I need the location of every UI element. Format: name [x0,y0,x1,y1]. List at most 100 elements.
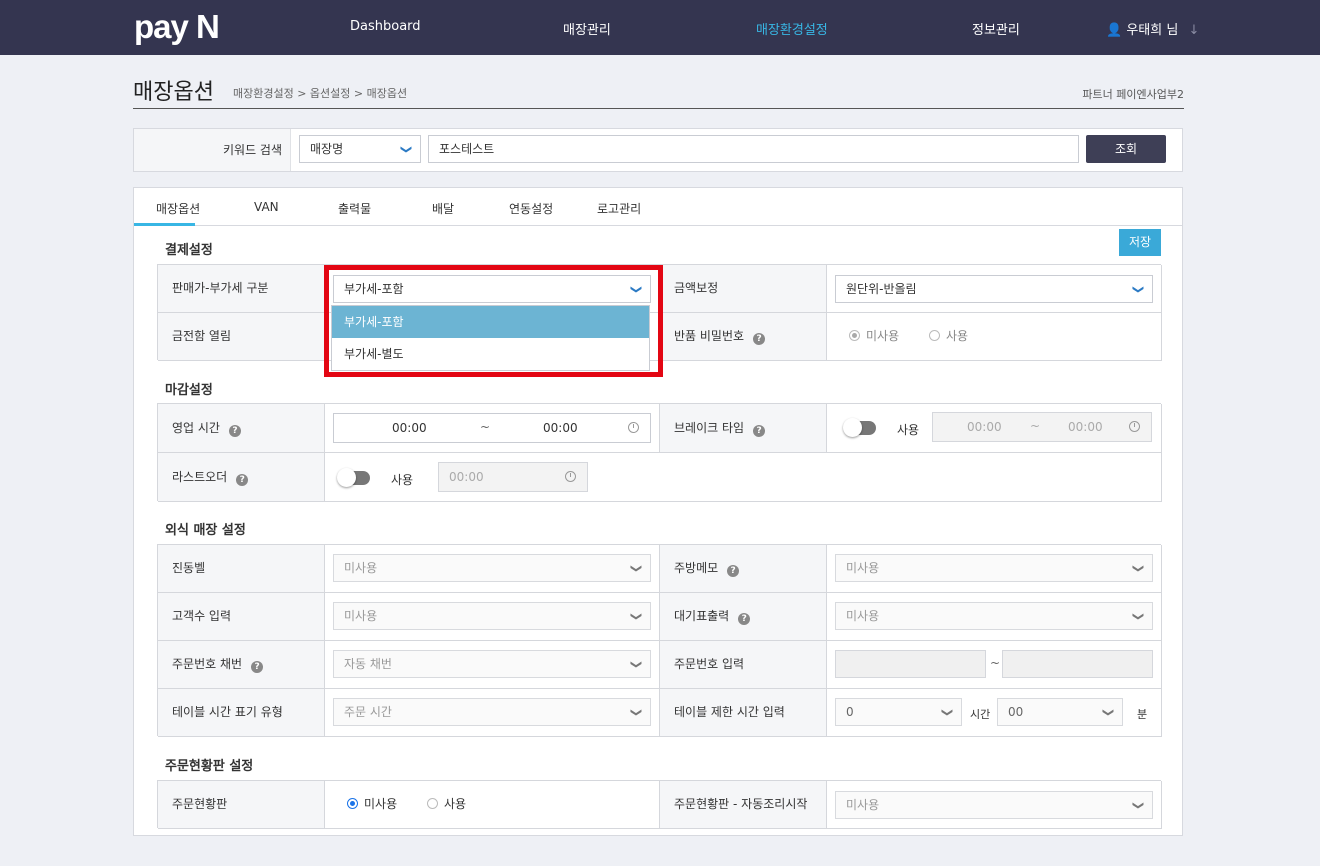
tab-printouts[interactable]: 출력물 [338,200,371,217]
chevron-down-icon: ❯ [1125,602,1151,630]
hours-label-cell: 영업 시간? [158,404,325,453]
tab-store-options[interactable]: 매장옵션 [156,200,200,217]
vat-label: 판매가-부가세 구분 [158,265,325,313]
search-label: 키워드 검색 [134,129,291,171]
kitchen-select[interactable]: 미사용 ❯ [835,554,1153,582]
tablelimit-hours-select[interactable]: 0 ❯ [835,698,962,726]
break-time-input[interactable]: 00:00 ~ 00:00 [932,412,1152,442]
section-dining-title: 외식 매장 설정 [165,523,246,538]
break-toggle[interactable] [843,418,876,437]
amount-value: 원단위-반올림 [846,282,917,296]
business-hours-input[interactable]: 00:00 ~ 00:00 [333,413,651,443]
tab-delivery[interactable]: 배달 [432,200,454,217]
bell-cell: 미사용 ❯ [325,545,660,593]
help-icon[interactable]: ? [727,565,740,577]
help-icon[interactable]: ? [753,425,766,437]
hours-cell: 00:00 ~ 00:00 [325,404,660,453]
help-icon[interactable]: ? [236,474,249,486]
page-title: 매장옵션 [133,80,214,105]
tab-van[interactable]: VAN [254,200,279,214]
user-name: 우태희 님 [1126,23,1179,38]
help-icon[interactable]: ? [738,613,751,625]
return-pw-cell: 미사용 사용 [827,313,1162,361]
break-separator: ~ [1030,419,1041,433]
bell-select[interactable]: 미사용 ❯ [333,554,651,582]
lastorder-toggle[interactable] [337,468,370,487]
tabletime-select[interactable]: 주문 시간 ❯ [333,698,651,726]
ordernum-to-input[interactable] [1002,650,1153,678]
chevron-down-icon: ❯ [1095,698,1121,726]
clock-icon [1129,421,1140,432]
active-tab-indicator [134,223,195,226]
waiting-select[interactable]: 미사용 ❯ [835,602,1153,630]
chevron-down-icon: ❯ [1125,791,1151,819]
auto-cook-select[interactable]: 미사용 ❯ [835,791,1153,819]
board-used-radio[interactable]: 사용 [426,797,466,811]
lastorder-label: 라스트오더 [172,470,228,484]
help-icon[interactable]: ? [251,661,264,673]
section-closing-title: 마감설정 [165,383,213,398]
save-button[interactable]: 저장 [1119,229,1161,256]
search-type-value: 매장명 [310,142,344,156]
toggle-knob [337,468,356,487]
nav-store-settings[interactable]: 매장환경설정 [756,19,828,38]
ordernum-from-input[interactable] [835,650,986,678]
arrow-down-icon: ↓ [1188,23,1200,38]
radio-icon [849,330,860,341]
tabletime-label: 테이블 시간 표기 유형 [158,689,325,737]
search-type-select[interactable]: 매장명 ❯ [299,135,421,163]
board-unused-radio[interactable]: 미사용 [347,797,397,811]
amount-cell: 원단위-반올림 ❯ [827,265,1162,313]
title-divider [133,108,1184,109]
breadcrumb: 매장환경설정 > 옵션설정 > 매장옵션 [233,87,408,100]
user-menu[interactable]: 👤 우태희 님 ↓ [1106,19,1199,38]
logo[interactable]: pay N [134,9,220,45]
clock-icon [565,471,576,482]
radio-icon [347,798,358,809]
partner-name: 파트너 페이엔사업부2 [1082,88,1184,101]
search-button[interactable]: 조회 [1086,135,1166,163]
highlight-box [324,265,663,377]
tabletime-value: 주문 시간 [344,705,392,719]
amount-label: 금액보정 [660,265,827,313]
auto-cook-cell: 미사용 ❯ [827,781,1162,829]
clock-icon [628,422,639,433]
ordernum-input-label: 주문번호 입력 [660,641,827,689]
dining-grid: 진동벨 미사용 ❯ 주방메모? 미사용 ❯ 고객수 입력 미사용 ❯ 대기표출력? 미… [157,544,1162,737]
waiting-value: 미사용 [846,609,880,623]
break-start: 00:00 [967,420,1002,434]
nav-info-management[interactable]: 정보관리 [972,19,1020,38]
hours-label: 영업 시간 [172,421,220,435]
return-pw-label: 반품 비밀번호 [674,329,745,343]
return-pw-unused-radio[interactable]: 미사용 [849,329,899,343]
nav-dashboard[interactable]: Dashboard [350,19,421,34]
nav-store-management[interactable]: 매장관리 [563,19,611,38]
amount-select[interactable]: 원단위-반올림 ❯ [835,275,1153,303]
return-pw-used-radio[interactable]: 사용 [928,329,968,343]
toggle-knob [843,418,862,437]
guests-select[interactable]: 미사용 ❯ [333,602,651,630]
search-keyword-input[interactable]: 포스테스트 [428,135,1079,163]
help-icon[interactable]: ? [228,425,241,437]
ordernum-select[interactable]: 자동 채번 ❯ [333,650,651,678]
chevron-down-icon: ❯ [1125,275,1151,303]
chevron-down-icon: ❯ [934,698,960,726]
help-icon[interactable]: ? [753,333,766,345]
tabletime-cell: 주문 시간 ❯ [325,689,660,737]
auto-cook-label: 주문현황판 - 자동조리시작 [660,781,827,829]
kitchen-cell: 미사용 ❯ [827,545,1162,593]
tablelimit-label: 테이블 제한 시간 입력 [660,689,827,737]
tab-integration[interactable]: 연동설정 [509,200,553,217]
lastorder-time-input[interactable]: 00:00 [438,462,588,492]
lastorder-cell: 사용 00:00 [325,453,1162,502]
break-label-cell: 브레이크 타임? [660,404,827,453]
tab-logo[interactable]: 로고관리 [597,200,641,217]
tablelimit-minutes-select[interactable]: 00 ❯ [997,698,1123,726]
break-cell: 사용 00:00 ~ 00:00 [827,404,1162,453]
tab-bar: 매장옵션 VAN 출력물 배달 연동설정 로고관리 [134,188,1182,226]
tablelimit-hours-value: 0 [846,705,854,719]
radio-icon [426,798,438,809]
radio-icon [928,330,940,341]
waiting-cell: 미사용 ❯ [827,593,1162,641]
lastorder-label-cell: 라스트오더? [158,453,325,502]
